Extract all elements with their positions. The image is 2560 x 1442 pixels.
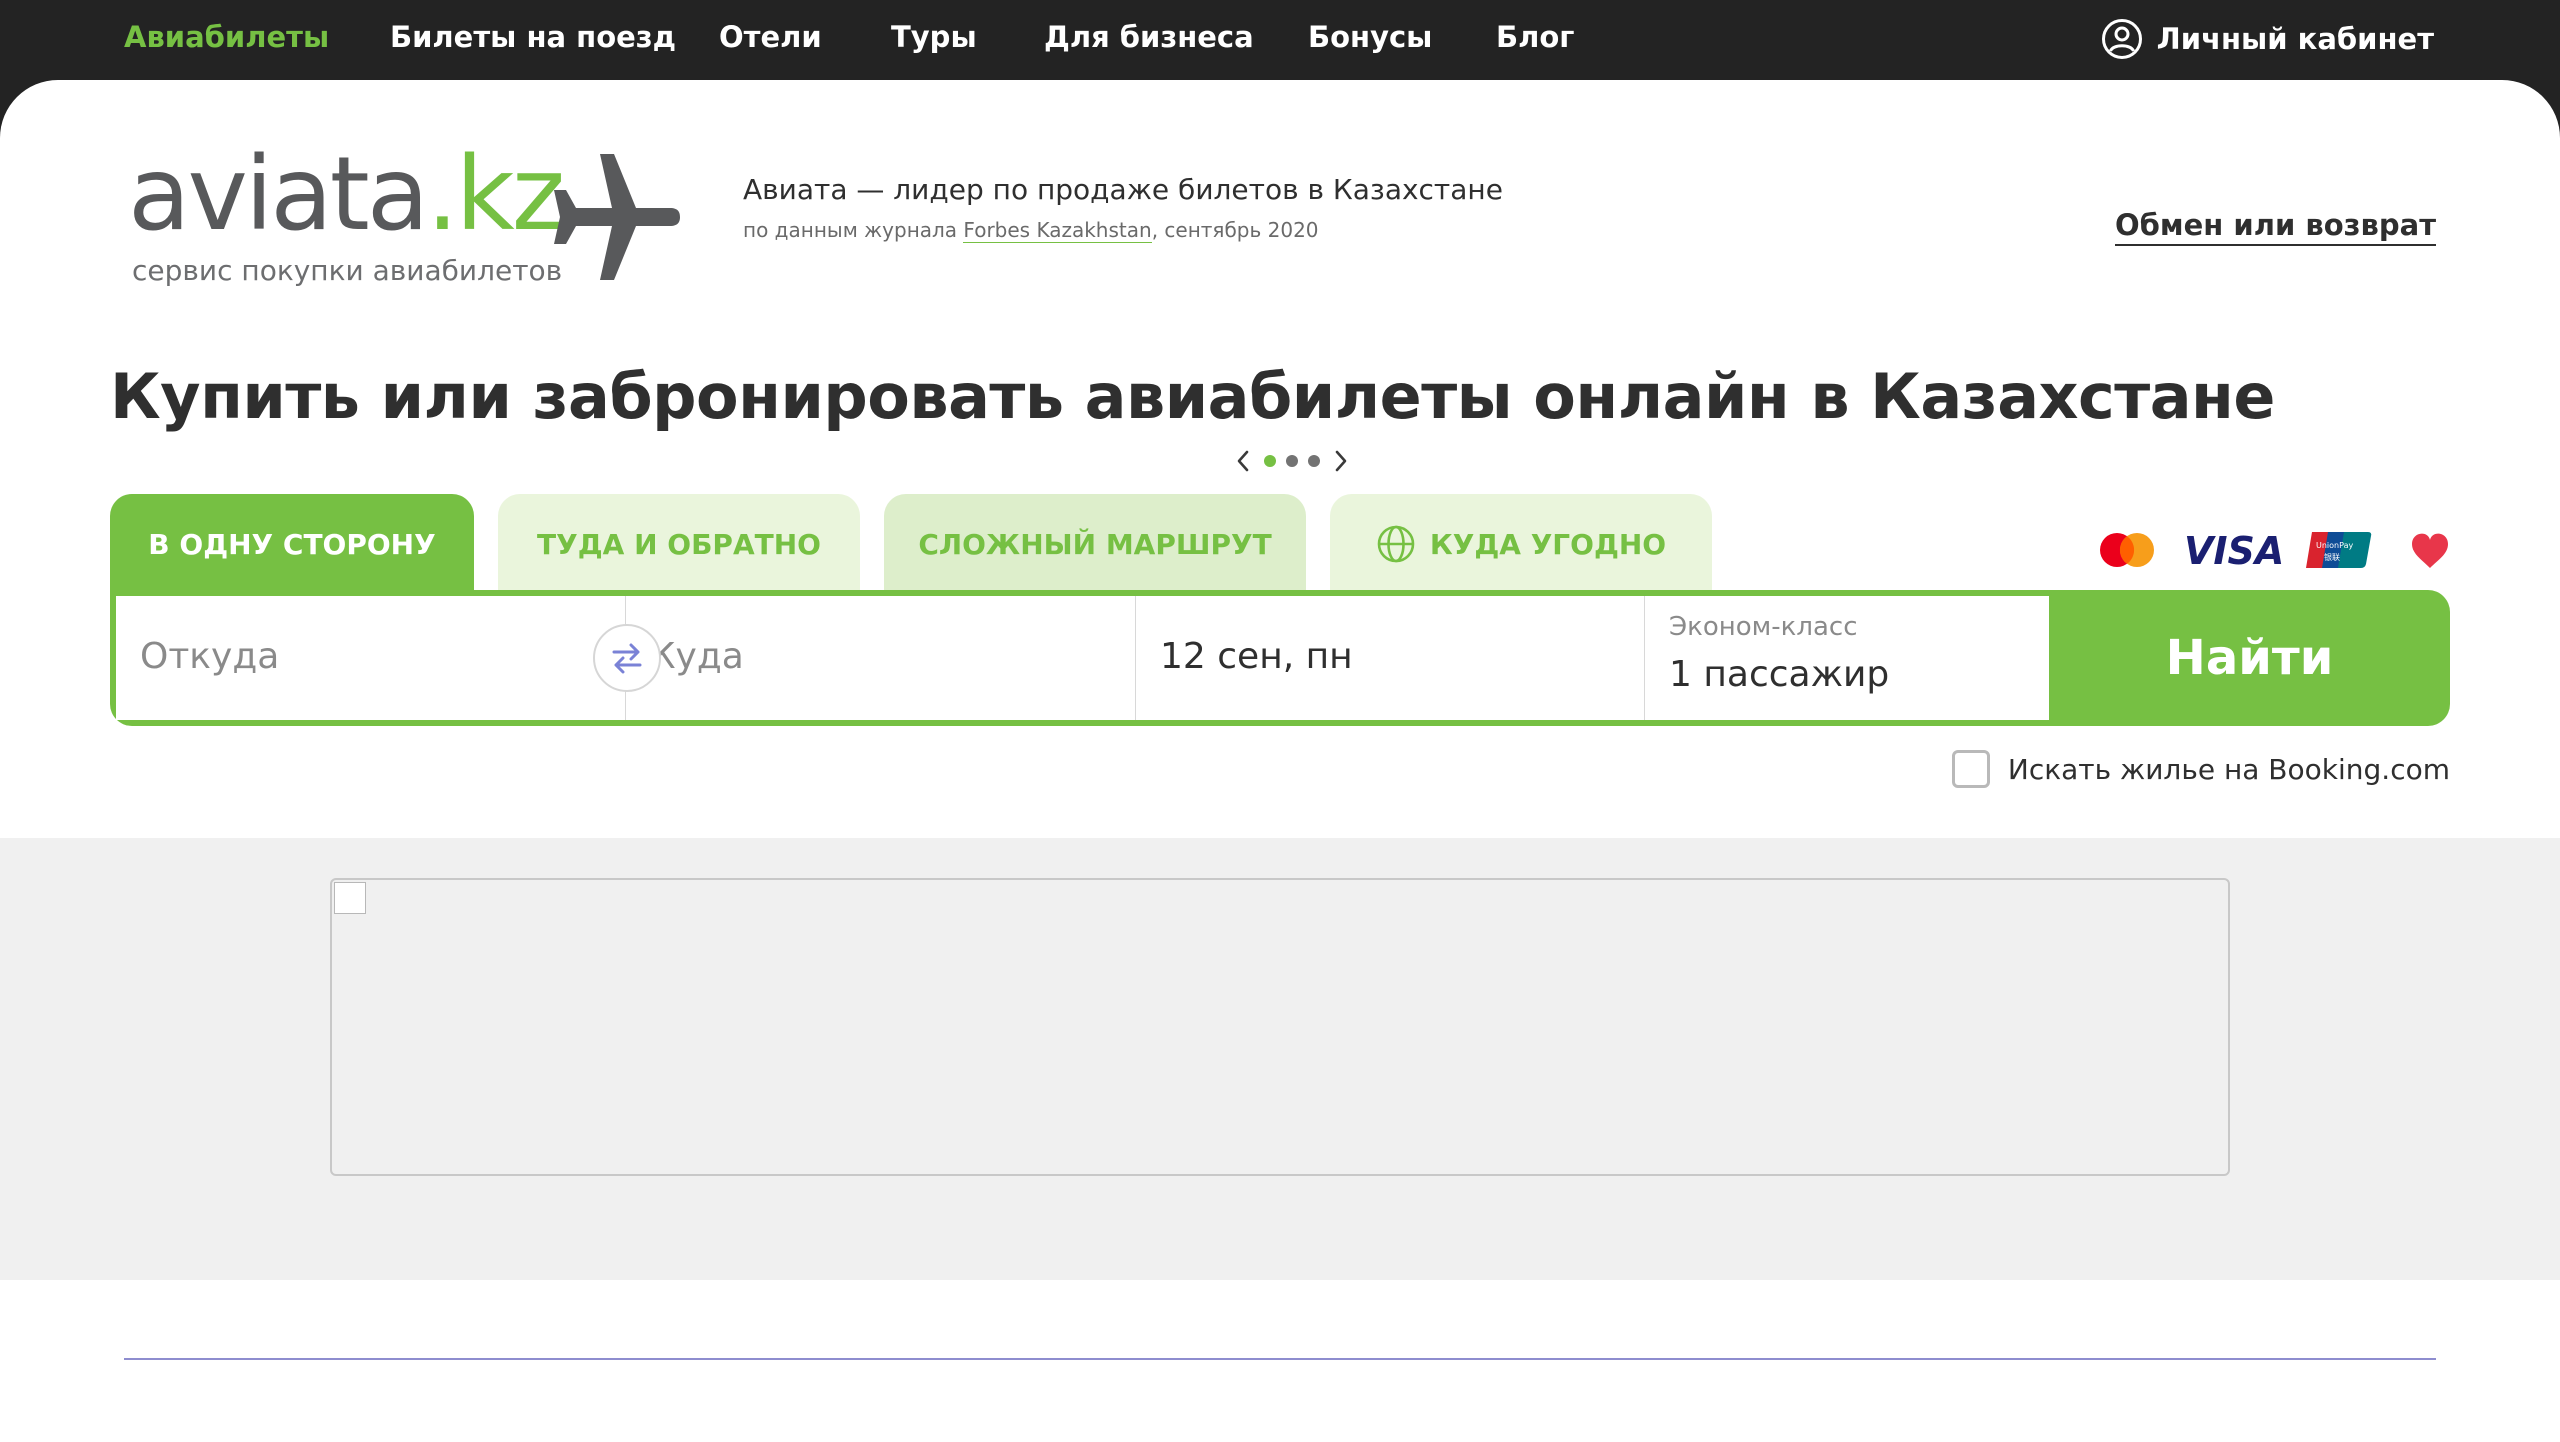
svg-text:银联: 银联 — [2324, 552, 2340, 562]
passenger-count: 1 пассажир — [1669, 654, 1890, 695]
top-navigation: Авиабилеты Билеты на поезд Отели Туры Дл… — [0, 0, 2560, 80]
carousel-dot[interactable] — [1286, 455, 1298, 467]
payment-icons: VISA UnionPay 银联 — [2100, 529, 2448, 573]
carousel-dot[interactable] — [1308, 455, 1320, 467]
tab-label: ТУДА И ОБРАТНО — [537, 527, 821, 561]
nav-item-hotels[interactable]: Отели — [719, 20, 822, 54]
swap-cities-button[interactable] — [593, 624, 661, 692]
swap-arrows-icon — [612, 643, 642, 674]
nav-item-trains[interactable]: Билеты на поезд — [390, 20, 676, 54]
heart-icon[interactable] — [2412, 533, 2448, 568]
promo-banner[interactable] — [330, 878, 2230, 1176]
nav-item-flights[interactable]: Авиабилеты — [124, 20, 329, 54]
page-title: Купить или забронировать авиабилеты онла… — [110, 360, 2275, 433]
destination-placeholder: Куда — [650, 636, 744, 677]
exchange-or-refund-link[interactable]: Обмен или возврат — [2115, 208, 2436, 246]
nav-item-tours[interactable]: Туры — [891, 20, 977, 54]
flight-search-form: Откуда Куда 12 сен, пн Эконом-класс 1 па… — [110, 590, 2450, 726]
leader-info: Авиата — лидер по продаже билетов в Каза… — [743, 173, 1503, 243]
mastercard-icon — [2100, 533, 2154, 567]
airplane-icon — [554, 154, 680, 280]
cabin-class: Эконом-класс — [1669, 612, 1858, 642]
booking-checkbox-label: Искать жилье на Booking.com — [2007, 752, 2450, 786]
svg-text:VISA: VISA — [2184, 529, 2284, 573]
search-submit-button[interactable]: Найти — [2049, 590, 2450, 726]
origin-placeholder: Откуда — [140, 636, 280, 677]
forbes-link[interactable]: Forbes Kazakhstan — [963, 218, 1152, 243]
destination-field[interactable]: Куда — [626, 596, 1136, 720]
tab-round-trip[interactable]: ТУДА И ОБРАТНО — [498, 494, 860, 594]
nav-item-blog[interactable]: Блог — [1496, 20, 1574, 54]
logo-subtitle: сервис покупки авиабилетов — [132, 254, 563, 287]
chevron-left-icon[interactable] — [1232, 446, 1254, 476]
promo-section — [0, 838, 2560, 1280]
tab-label: СЛОЖНЫЙ МАРШРУТ — [918, 527, 1272, 561]
nav-item-business[interactable]: Для бизнеса — [1044, 20, 1254, 54]
personal-account-link[interactable]: Личный кабинет — [2101, 18, 2434, 60]
leader-title: Авиата — лидер по продаже билетов в Каза… — [743, 173, 1503, 206]
tab-one-way[interactable]: В ОДНУ СТОРОНУ — [110, 494, 474, 594]
svg-text:UnionPay: UnionPay — [2316, 541, 2353, 550]
section-divider — [124, 1358, 2436, 1360]
tab-complex-route[interactable]: СЛОЖНЫЙ МАРШРУТ — [884, 494, 1306, 594]
personal-account-label: Личный кабинет — [2156, 22, 2434, 56]
broken-image-icon — [334, 882, 366, 914]
user-circle-icon — [2101, 19, 2142, 59]
logo-wordmark: aviata.kz — [128, 135, 565, 254]
visa-icon: VISA — [2184, 529, 2284, 573]
tab-anywhere[interactable]: КУДА УГОДНО — [1330, 494, 1712, 594]
globe-icon — [1377, 525, 1415, 563]
tab-label: В ОДНУ СТОРОНУ — [148, 527, 436, 561]
carousel-controls — [1232, 446, 1352, 476]
booking-checkbox[interactable] — [1951, 750, 1990, 788]
tab-label: КУДА УГОДНО — [1429, 527, 1667, 561]
booking-option[interactable]: Искать жилье на Booking.com — [1951, 750, 2450, 788]
date-field[interactable]: 12 сен, пн — [1136, 596, 1645, 720]
site-logo[interactable]: aviata.kz сервис покупки авиабилетов — [128, 144, 688, 294]
unionpay-icon: UnionPay 银联 — [2306, 532, 2372, 568]
origin-field[interactable]: Откуда — [116, 596, 626, 720]
search-fields: Откуда Куда 12 сен, пн Эконом-класс 1 па… — [116, 596, 2049, 720]
carousel-dot[interactable] — [1264, 455, 1276, 467]
nav-item-bonuses[interactable]: Бонусы — [1308, 20, 1432, 54]
chevron-right-icon[interactable] — [1330, 446, 1352, 476]
leader-note: по данным журнала Forbes Kazakhstan, сен… — [743, 218, 1319, 243]
passengers-class-field[interactable]: Эконом-класс 1 пассажир — [1645, 596, 2049, 720]
departure-date: 12 сен, пн — [1160, 636, 1353, 677]
